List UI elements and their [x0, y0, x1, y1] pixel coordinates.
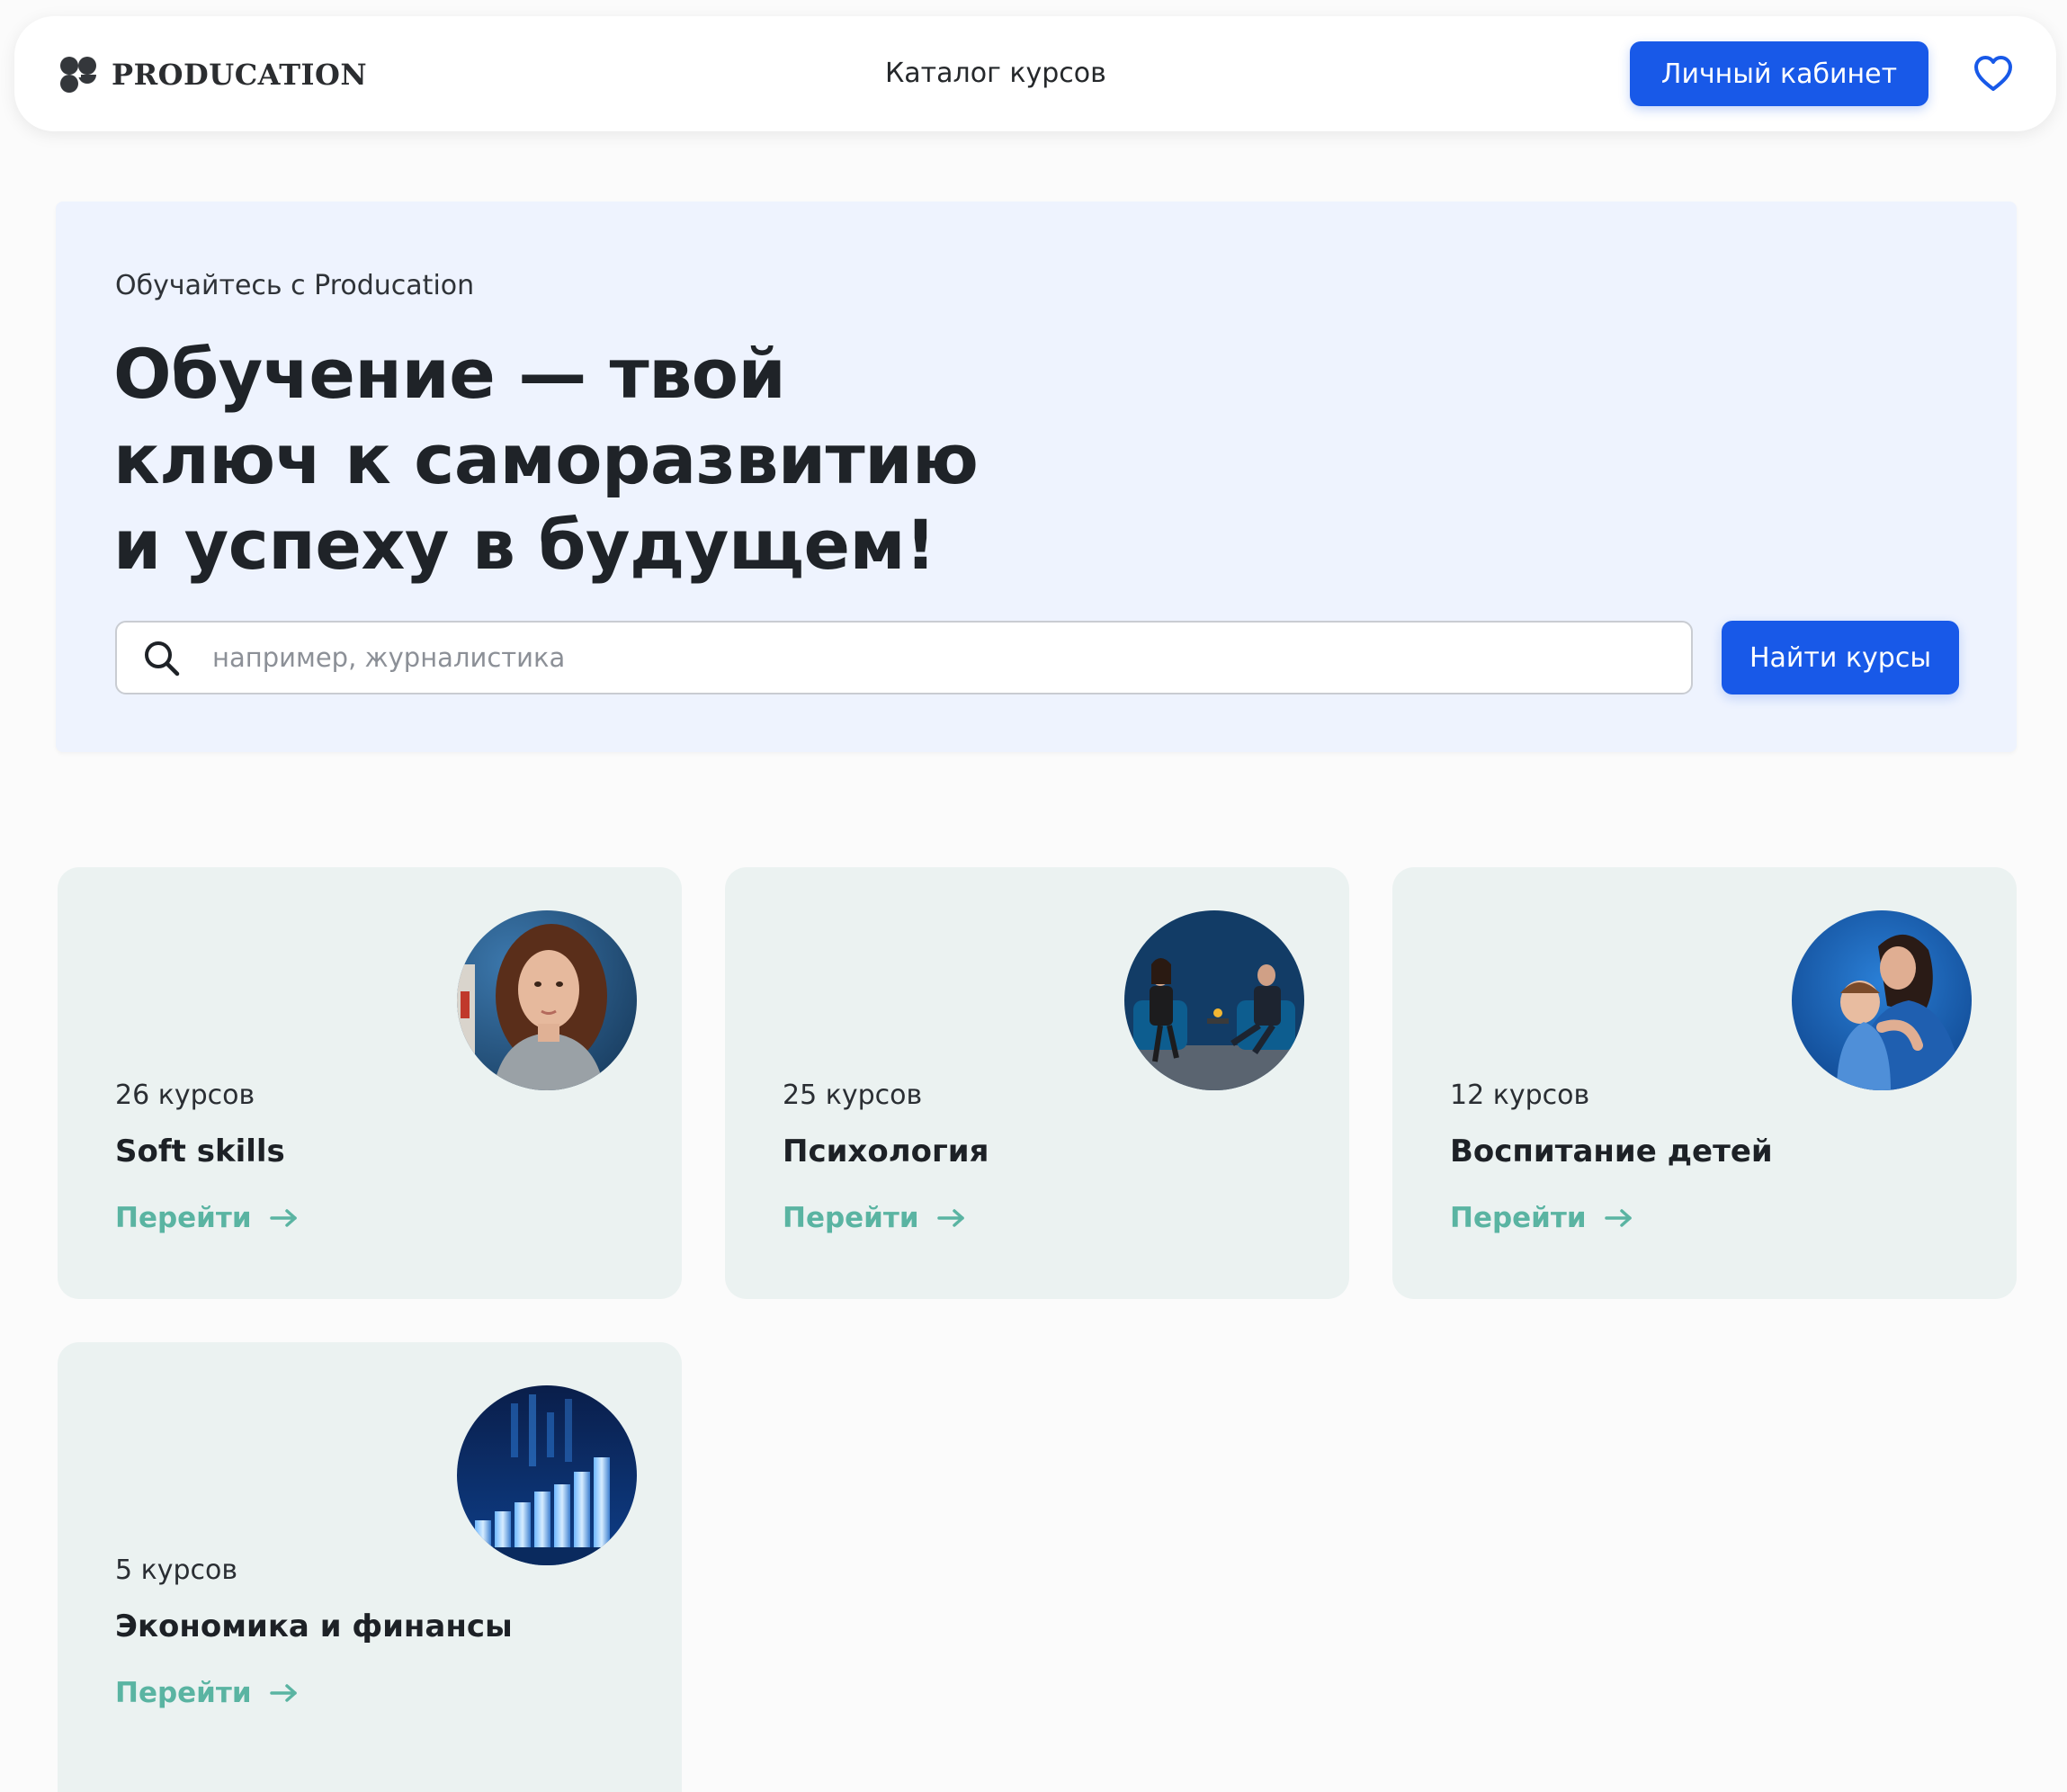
hero-section: Обучайтесь с Producation Обучение — твой…	[56, 202, 2017, 752]
course-count: 26 курсов	[115, 1080, 255, 1111]
search-input[interactable]	[210, 635, 1650, 680]
search-box[interactable]	[115, 621, 1693, 694]
go-link-label: Перейти	[1450, 1202, 1587, 1234]
arrow-right-icon	[936, 1209, 964, 1227]
hero-kicker: Обучайтесь с Producation	[115, 270, 475, 301]
course-count: 25 курсов	[783, 1080, 923, 1111]
logo-icon	[60, 57, 96, 93]
go-link-label: Перейти	[783, 1202, 919, 1234]
therapy-session-image	[1124, 910, 1304, 1090]
category-title: Психология	[783, 1133, 989, 1169]
logo-text: PRODUCATION	[112, 58, 368, 92]
course-count: 12 курсов	[1450, 1080, 1590, 1111]
search-icon	[145, 641, 180, 676]
coin-stacks-image	[457, 1385, 637, 1565]
category-card-parenting[interactable]: 12 курсов Воспитание детей Перейти	[1392, 867, 2017, 1299]
category-title: Soft skills	[115, 1133, 285, 1169]
go-link[interactable]: Перейти	[115, 1673, 299, 1713]
course-count: 5 курсов	[115, 1555, 238, 1586]
arrow-right-icon	[269, 1209, 297, 1227]
go-link-label: Перейти	[115, 1202, 252, 1234]
category-title: Воспитание детей	[1450, 1133, 1773, 1169]
mother-with-child-image	[1792, 910, 1972, 1090]
category-title: Экономика и финансы	[115, 1608, 513, 1644]
category-card-economics[interactable]: 5 курсов Экономика и финансы Перейти	[58, 1342, 682, 1792]
category-card-psychology[interactable]: 25 курсов Психология Перейти	[725, 867, 1349, 1299]
go-link[interactable]: Перейти	[115, 1198, 299, 1238]
go-link[interactable]: Перейти	[783, 1198, 966, 1238]
site-header: PRODUCATION Каталог курсов Личный кабине…	[14, 16, 2056, 131]
logo[interactable]: PRODUCATION	[58, 54, 367, 95]
heart-icon[interactable]	[1972, 52, 2015, 95]
woman-portrait-image	[457, 910, 637, 1090]
personal-cabinet-button[interactable]: Личный кабинет	[1630, 41, 1928, 106]
go-link[interactable]: Перейти	[1450, 1198, 1633, 1238]
hero-title: Обучение — твой ключ к саморазвитию и ус…	[113, 334, 979, 585]
find-courses-button[interactable]: Найти курсы	[1722, 621, 1959, 694]
nav-catalog-link[interactable]: Каталог курсов	[885, 56, 1106, 92]
arrow-right-icon	[1604, 1209, 1632, 1227]
go-link-label: Перейти	[115, 1677, 252, 1709]
category-card-soft-skills[interactable]: 26 курсов Soft skills Перейти	[58, 867, 682, 1299]
arrow-right-icon	[269, 1684, 297, 1702]
